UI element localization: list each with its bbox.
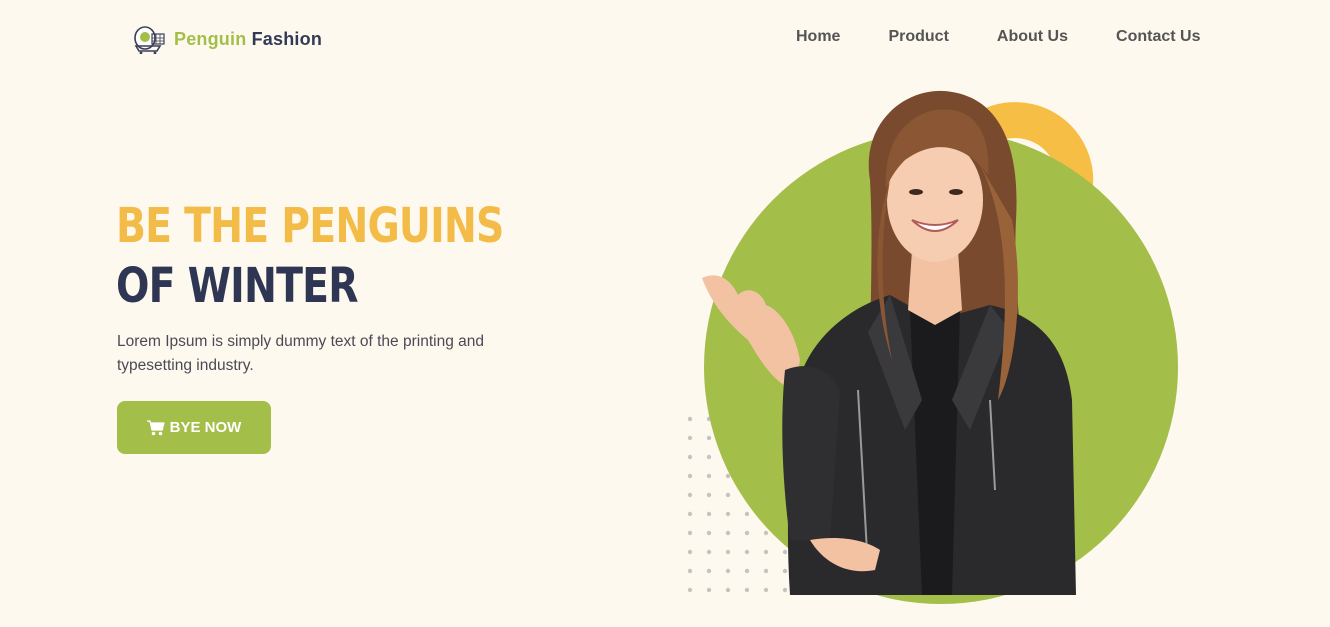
brand-name-part2: Fashion bbox=[251, 28, 323, 49]
penguin-cart-icon bbox=[134, 26, 165, 54]
shopping-cart-icon bbox=[146, 419, 165, 435]
headline-line-2: OF WINTER bbox=[116, 258, 359, 314]
buy-now-button[interactable]: BYE NOW bbox=[117, 401, 271, 454]
brand-logo[interactable]: Penguin Fashion bbox=[128, 24, 322, 54]
brand-name-part1: Penguin bbox=[174, 28, 247, 49]
headline-line-1: BE THE PENGUINS bbox=[116, 198, 504, 254]
main-nav: Home Product About Us Contact Us bbox=[796, 28, 1200, 46]
hero-headline: BE THE PENGUINS OF WINTER bbox=[116, 196, 504, 316]
nav-product[interactable]: Product bbox=[888, 28, 948, 46]
hero-description: Lorem Ipsum is simply dummy text of the … bbox=[117, 333, 484, 374]
hero-image bbox=[702, 90, 1178, 604]
nav-about-us[interactable]: About Us bbox=[997, 28, 1068, 46]
nav-home[interactable]: Home bbox=[796, 28, 840, 46]
buy-now-label: BYE NOW bbox=[169, 419, 242, 436]
landing-page: Penguin Fashion Home Product About Us Co… bbox=[0, 0, 1330, 627]
nav-contact-us[interactable]: Contact Us bbox=[1116, 28, 1200, 46]
brand-name: Penguin Fashion bbox=[174, 29, 322, 50]
